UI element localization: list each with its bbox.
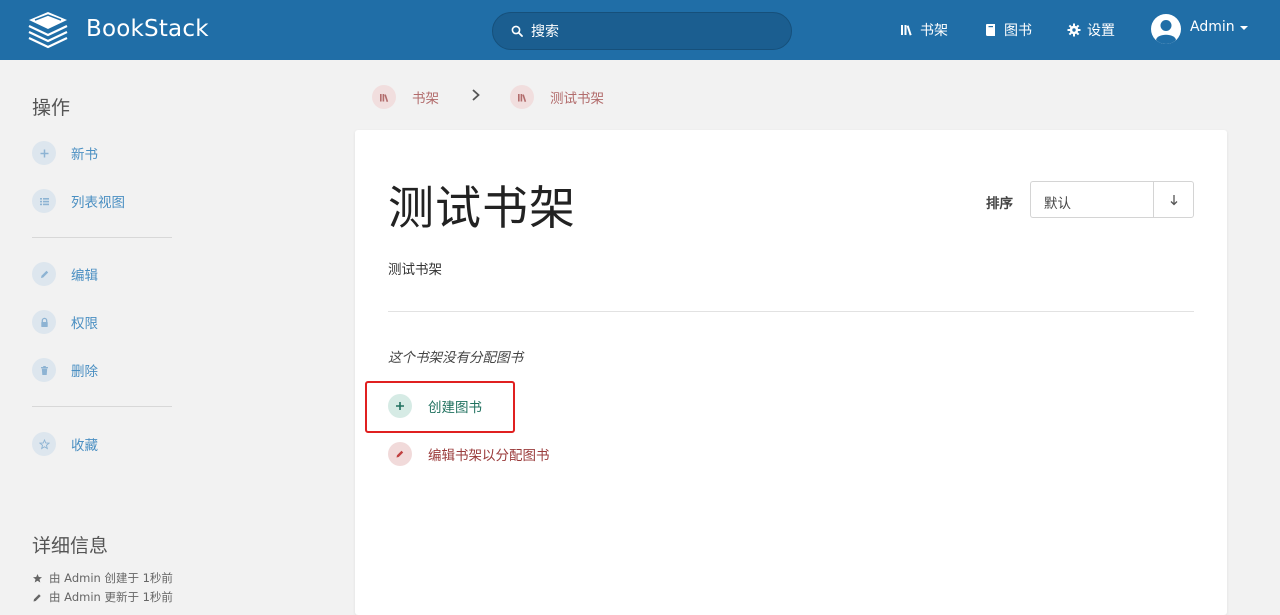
- sidebar-item-label: 列表视图: [71, 195, 125, 211]
- nav-settings-label: 设置: [1087, 23, 1115, 39]
- created-meta: 由 Admin 创建于 1秒前: [32, 570, 173, 586]
- sidebar-item-label: 编辑: [71, 268, 98, 284]
- sidebar-item-favourite[interactable]: 收藏: [32, 432, 98, 456]
- brand-name[interactable]: BookStack: [86, 16, 209, 42]
- plus-icon: [396, 402, 404, 410]
- actions-heading: 操作: [32, 97, 71, 119]
- star-icon: [33, 573, 42, 582]
- sidebar-item-edit[interactable]: 编辑: [32, 262, 98, 286]
- breadcrumb-shelves[interactable]: 书架: [372, 85, 439, 109]
- sidebar-item-label: 收藏: [71, 438, 98, 454]
- star-icon: [38, 438, 50, 449]
- updated-meta-text: 由 Admin 更新于 1秒前: [49, 590, 173, 604]
- sort-label: 排序: [986, 196, 1013, 212]
- shelves-icon: [901, 25, 912, 36]
- sidebar-divider: [32, 406, 172, 407]
- content-divider: [388, 311, 1194, 312]
- trash-icon: [40, 365, 48, 375]
- user-icon: [1156, 20, 1176, 44]
- search-input[interactable]: [531, 21, 771, 43]
- gear-icon: [1067, 23, 1081, 37]
- sort-select[interactable]: 默认: [1030, 181, 1154, 218]
- lock-icon: [40, 317, 48, 327]
- sidebar-item-label: 新书: [71, 147, 98, 163]
- sidebar-item-new-book[interactable]: 新书: [32, 141, 98, 165]
- search-box[interactable]: [492, 12, 792, 50]
- sort-direction-button[interactable]: [1153, 181, 1194, 218]
- plus-icon: [40, 149, 48, 157]
- arrow-down-icon: [1170, 194, 1177, 205]
- sidebar-item-delete[interactable]: 删除: [32, 358, 98, 382]
- list-icon: [39, 197, 49, 205]
- shelves-icon: [379, 93, 388, 102]
- nav-books-link[interactable]: 图书: [984, 20, 1032, 40]
- pencil-icon: [40, 270, 48, 278]
- book-icon: [986, 24, 995, 36]
- nav-settings-link[interactable]: 设置: [1067, 20, 1115, 40]
- shelf-description: 测试书架: [388, 262, 442, 278]
- updated-meta: 由 Admin 更新于 1秒前: [32, 589, 173, 605]
- sidebar-item-label: 删除: [71, 364, 98, 380]
- create-book-label: 创建图书: [428, 400, 482, 416]
- content-card: 测试书架 排序 默认 测试书架 这个书架没有分配图书 创建图书 编辑书架以分配图…: [355, 130, 1227, 615]
- edit-shelf-assign-books-link[interactable]: 编辑书架以分配图书: [388, 442, 550, 466]
- created-meta-text: 由 Admin 创建于 1秒前: [49, 571, 173, 585]
- top-bar: BookStack 书架 图书: [0, 0, 1280, 60]
- page-title: 测试书架: [388, 181, 576, 235]
- details-heading: 详细信息: [32, 535, 109, 557]
- sidebar-item-permissions[interactable]: 权限: [32, 310, 98, 334]
- shelves-icon: [517, 93, 526, 102]
- breadcrumb-label: 测试书架: [550, 91, 604, 107]
- sidebar-divider: [32, 237, 172, 238]
- breadcrumb-current-shelf[interactable]: 测试书架: [510, 85, 604, 109]
- nav-shelves-label: 书架: [920, 23, 948, 39]
- edit-shelf-label: 编辑书架以分配图书: [428, 448, 550, 464]
- nav-books-label: 图书: [1004, 23, 1032, 39]
- user-name[interactable]: Admin: [1190, 19, 1235, 35]
- pencil-icon: [33, 593, 41, 601]
- sidebar-item-list-view[interactable]: 列表视图: [32, 189, 125, 213]
- empty-shelf-message: 这个书架没有分配图书: [388, 350, 523, 366]
- chevron-right-icon: [472, 89, 480, 101]
- bookstack-logo-icon[interactable]: [26, 11, 70, 49]
- chevron-down-icon[interactable]: [1240, 26, 1248, 30]
- search-icon: [511, 25, 523, 37]
- sidebar-item-label: 权限: [71, 316, 98, 332]
- avatar[interactable]: [1151, 14, 1181, 44]
- nav-shelves-link[interactable]: 书架: [900, 20, 948, 40]
- create-book-link[interactable]: 创建图书: [388, 394, 482, 418]
- breadcrumb-label: 书架: [412, 91, 439, 107]
- pencil-icon: [396, 450, 404, 458]
